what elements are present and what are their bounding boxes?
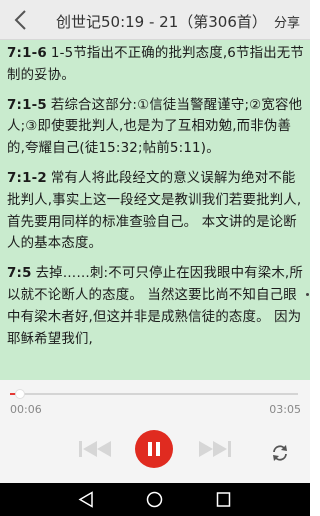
page-title: 创世记50:19 - 21（第306首） (56, 13, 267, 31)
commentary-paragraph: 7:1-5 若综合这部分:①信徒当警醒谨守;②宽容他人;③即使要批判人,也是为了互… (0, 95, 310, 160)
repeat-icon (273, 445, 287, 461)
back-triangle-icon (78, 491, 93, 508)
progress-thumb[interactable] (14, 389, 25, 399)
system-recents-button[interactable] (216, 491, 231, 512)
pause-button[interactable] (135, 430, 173, 468)
skip-next-icon (199, 441, 231, 457)
repeat-mode-button[interactable] (271, 444, 289, 466)
app-header: 创世记50:19 - 21（第306首） 分享 (0, 0, 310, 40)
commentary-paragraph: 7:5 去掉……刺:不可只停止在因我眼中有梁木,所以就不论断人的态度。 当然这要比… (0, 263, 310, 350)
verse-ref: 7:5 (7, 266, 32, 282)
system-home-button[interactable] (146, 491, 163, 512)
commentary-text: 7:1-6 1-5节指出不正确的批判态度,6节指出无节制的妥协。 7:1-5 若综合… (0, 40, 310, 380)
paragraph-text: 常有人将此段经文的意义误解为绝对不能批判人,事实上这一段经文是教训我们若要批判人… (7, 170, 302, 252)
system-nav-bar (0, 483, 310, 516)
home-circle-icon (146, 491, 163, 508)
chevron-left-icon (14, 9, 26, 30)
scroll-indicator (306, 293, 309, 296)
verse-ref: 7:1-2 (7, 170, 47, 186)
recents-square-icon (216, 492, 231, 507)
current-time: 00:06 (10, 403, 42, 416)
back-button[interactable] (0, 0, 40, 40)
total-time: 03:05 (269, 403, 301, 416)
previous-button[interactable] (77, 439, 113, 463)
paragraph-text: 1-5节指出不正确的批判态度,6节指出无节制的妥协。 (7, 46, 304, 83)
skip-previous-icon (79, 441, 111, 457)
next-button[interactable] (197, 439, 233, 463)
pause-icon (148, 442, 160, 456)
commentary-paragraph: 7:1-6 1-5节指出不正确的批判态度,6节指出无节制的妥协。 (0, 43, 310, 87)
paragraph-text: 若综合这部分:①信徒当警醒谨守;②宽容他人;③即使要批判人,也是为了互相劝勉,而… (7, 97, 303, 157)
share-button[interactable]: 分享 (274, 12, 300, 31)
paragraph-text: 去掉……刺:不可只停止在因我眼中有梁木,所以就不论断人的态度。 当然这要比尚不知… (7, 266, 303, 347)
verse-ref: 7:1-5 (7, 97, 47, 113)
system-back-button[interactable] (78, 491, 94, 512)
audio-player: 00:06 03:05 (0, 380, 310, 483)
progress-slider[interactable] (10, 393, 298, 395)
commentary-paragraph: 7:1-2 常有人将此段经文的意义误解为绝对不能批判人,事实上这一段经文是教训我们… (0, 168, 310, 255)
verse-ref: 7:1-6 (7, 46, 47, 61)
